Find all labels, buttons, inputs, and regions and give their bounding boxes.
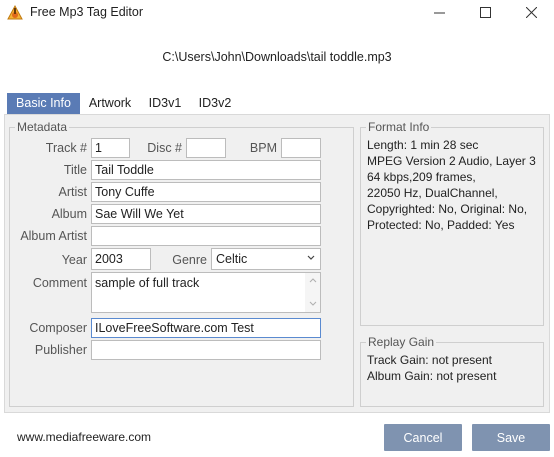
bpm-input[interactable] [281, 138, 321, 158]
format-info-line: Length: 1 min 28 sec [367, 138, 479, 152]
track-input[interactable]: 1 [91, 138, 130, 158]
comment-text: sample of full track [95, 276, 200, 290]
tab-id3v2[interactable]: ID3v2 [192, 93, 238, 114]
publisher-input[interactable] [91, 340, 321, 360]
composer-label: Composer [29, 321, 87, 335]
metadata-group-title: Metadata [15, 120, 70, 134]
mp3-tag-editor-icon [7, 4, 23, 20]
format-info-line: 64 kbps,209 frames, [367, 170, 476, 184]
format-info-line: MPEG Version 2 Audio, Layer 3 [367, 154, 536, 168]
artist-input[interactable]: Tony Cuffe [91, 182, 321, 202]
bpm-label: BPM [249, 141, 277, 155]
format-info-group-title: Format Info [366, 120, 432, 134]
window-title: Free Mp3 Tag Editor [30, 5, 144, 19]
format-info-line: Copyrighted: No, Original: No, [367, 202, 528, 216]
format-info-list: Length: 1 min 28 sec MPEG Version 2 Audi… [367, 137, 536, 233]
tab-basic-info[interactable]: Basic Info [7, 93, 80, 114]
disc-label: Disc # [147, 141, 182, 155]
maximize-icon [479, 7, 491, 18]
website-link[interactable]: www.mediafreeware.com [17, 430, 151, 444]
title-input[interactable]: Tail Toddle [91, 160, 321, 180]
track-label: Track # [45, 141, 87, 155]
publisher-label: Publisher [34, 343, 87, 357]
comment-textarea[interactable]: sample of full track [91, 272, 321, 313]
tab-artwork[interactable]: Artwork [82, 93, 138, 114]
minimize-button[interactable] [416, 0, 462, 25]
genre-label: Genre [172, 253, 207, 267]
disc-input[interactable] [186, 138, 226, 158]
genre-select[interactable]: Celtic [211, 248, 321, 270]
format-info-line: Protected: No, Padded: Yes [367, 218, 515, 232]
year-label: Year [61, 253, 87, 267]
composer-input[interactable]: ILoveFreeSoftware.com Test [91, 318, 321, 338]
cancel-button[interactable]: Cancel [384, 424, 462, 451]
album-input[interactable]: Sae Will We Yet [91, 204, 321, 224]
album-label: Album [51, 207, 87, 221]
close-icon [525, 7, 537, 18]
comment-scrollbar[interactable] [305, 273, 320, 312]
comment-label: Comment [32, 276, 87, 290]
replay-gain-line: Album Gain: not present [367, 369, 497, 383]
replay-gain-group-title: Replay Gain [366, 335, 437, 349]
album-artist-label: Album Artist [20, 229, 87, 243]
replay-gain-line: Track Gain: not present [367, 353, 492, 367]
replay-gain-list: Track Gain: not present Album Gain: not … [367, 352, 496, 384]
file-path: C:\Users\John\Downloads\tail toddle.mp3 [162, 50, 392, 64]
minimize-icon [433, 12, 445, 14]
maximize-button[interactable] [462, 0, 508, 25]
year-input[interactable]: 2003 [91, 248, 151, 270]
title-label: Title [63, 163, 87, 177]
tab-id3v1[interactable]: ID3v1 [142, 93, 188, 114]
save-button[interactable]: Save [472, 424, 550, 451]
scroll-down-icon [309, 301, 317, 306]
format-info-line: 22050 Hz, DualChannel, [367, 186, 498, 200]
album-artist-input[interactable] [91, 226, 321, 246]
title-bar: Free Mp3 Tag Editor [0, 0, 554, 25]
scroll-up-icon [309, 278, 317, 283]
artist-label: Artist [58, 185, 87, 199]
genre-value: Celtic [216, 252, 248, 266]
chevron-down-icon [307, 255, 315, 260]
close-button[interactable] [508, 0, 554, 25]
